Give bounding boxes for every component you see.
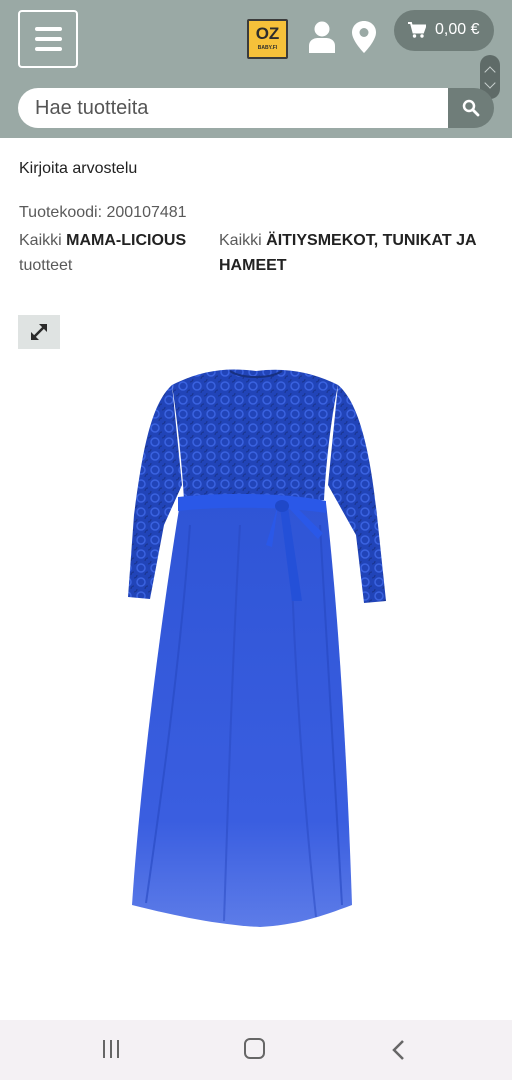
cart-button[interactable]: 0,00 €: [394, 10, 494, 51]
chevron-up-icon: [484, 66, 496, 78]
logo-text: OZ: [255, 24, 280, 43]
search-icon: [462, 99, 480, 117]
home-icon[interactable]: [244, 1038, 265, 1059]
chevron-down-icon: [484, 77, 496, 89]
hamburger-menu-icon-line: [35, 27, 62, 31]
product-code-value: 200107481: [106, 204, 187, 221]
expand-arrows-icon: [31, 324, 47, 340]
shopping-cart-icon: [408, 22, 426, 38]
all-category-products-link[interactable]: Kaikki ÄITIYSMEKOT, TUNIKAT JA HAMEET: [219, 228, 489, 278]
cart-total: 0,00 €: [435, 21, 480, 38]
site-header: OZ BABY.FI 0,00 €: [0, 0, 512, 138]
site-logo[interactable]: OZ BABY.FI: [247, 19, 288, 59]
hamburger-menu-icon-line: [35, 47, 62, 51]
all-brand-products-link[interactable]: Kaikki MAMA-LICIOUS tuotteet: [19, 228, 209, 278]
product-code: Tuotekoodi: 200107481: [19, 204, 187, 222]
user-icon[interactable]: [307, 21, 337, 53]
back-icon[interactable]: [390, 1039, 410, 1061]
search-bar: [18, 88, 494, 128]
search-button[interactable]: [448, 88, 494, 128]
recent-apps-icon[interactable]: [101, 1040, 123, 1060]
expand-image-button[interactable]: [18, 315, 60, 349]
hamburger-menu-icon-line: [35, 37, 62, 41]
brand-name: MAMA-LICIOUS: [66, 232, 187, 249]
product-code-label: Tuotekoodi:: [19, 204, 103, 221]
logo-subtext: BABY.FI: [257, 45, 278, 51]
brand-prefix: Kaikki: [19, 232, 62, 249]
write-review-link[interactable]: Kirjoita arvostelu: [19, 160, 137, 178]
search-input[interactable]: [18, 88, 448, 128]
brand-suffix: tuotteet: [19, 257, 73, 274]
system-navigation-bar: [0, 1020, 512, 1080]
category-prefix: Kaikki: [219, 232, 262, 249]
hamburger-menu-button[interactable]: [18, 10, 78, 68]
map-pin-icon[interactable]: [351, 20, 377, 54]
product-image[interactable]: [120, 365, 392, 945]
